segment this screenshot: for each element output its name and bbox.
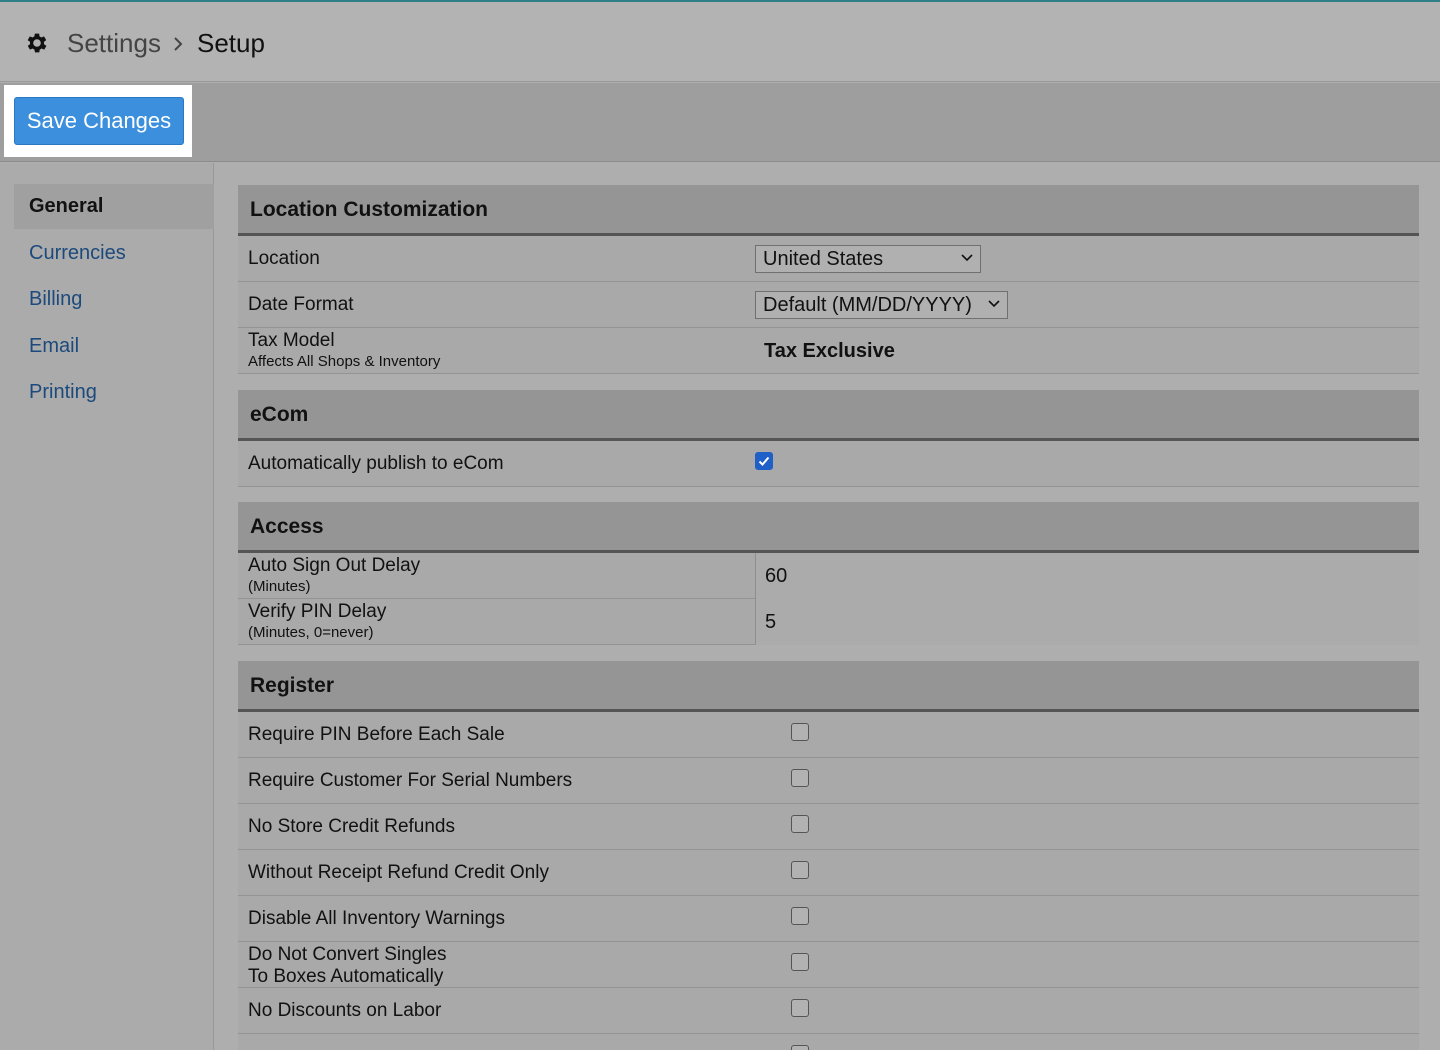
row-tax-model: Tax Model Affects All Shops & Inventory … — [238, 328, 1419, 374]
location-select-value: United States — [763, 248, 884, 270]
without-receipt-label: Without Receipt Refund Credit Only — [248, 862, 549, 883]
auto-sign-out-input[interactable]: 60 — [755, 553, 1419, 599]
chevron-right-icon — [170, 28, 186, 58]
row-verify-pin: Verify PIN Delay (Minutes, 0=never) 5 — [238, 599, 1419, 645]
row-disable-inventory-warnings: Disable All Inventory Warnings — [238, 896, 1419, 942]
require-pin-checkbox[interactable] — [791, 723, 809, 741]
breadcrumb-current: Setup — [197, 28, 265, 58]
require-customer-serial-label: Require Customer For Serial Numbers — [248, 770, 573, 791]
auto-sign-out-sub: (Minutes) — [248, 578, 311, 595]
sidebar-item-printing[interactable]: Printing — [14, 370, 214, 415]
row-auto-sign-out: Auto Sign Out Delay (Minutes) 60 — [238, 553, 1419, 599]
tax-model-label: Tax Model Affects All Shops & Inventory — [248, 330, 440, 372]
section-header-location: Location Customization — [238, 185, 1419, 236]
checkmark-icon — [758, 456, 770, 466]
require-pin-label: Require PIN Before Each Sale — [248, 724, 505, 745]
page-header: Settings Setup — [0, 2, 1440, 82]
chevron-down-icon — [961, 254, 973, 262]
gear-icon — [24, 30, 50, 56]
row-date-format: Date Format Default (MM/DD/YYYY) — [238, 282, 1419, 328]
row-require-customer-serial: Require Customer For Serial Numbers — [238, 758, 1419, 804]
date-format-label: Date Format — [248, 294, 354, 315]
verify-pin-label: Verify PIN Delay (Minutes, 0=never) — [248, 601, 386, 643]
chevron-down-icon — [988, 300, 1000, 308]
row-location: Location United States — [238, 236, 1419, 282]
location-label: Location — [248, 248, 320, 269]
sidebar-item-general[interactable]: General — [14, 184, 214, 229]
row-convert-singles: Do Not Convert Singles To Boxes Automati… — [238, 942, 1419, 988]
row-require-pin: Require PIN Before Each Sale — [238, 712, 1419, 758]
tax-model-value: Tax Exclusive — [764, 340, 895, 362]
without-receipt-checkbox[interactable] — [791, 861, 809, 879]
tax-model-title: Tax Model — [248, 330, 335, 351]
no-store-credit-label: No Store Credit Refunds — [248, 816, 455, 837]
no-discounts-labor-checkbox[interactable] — [791, 999, 809, 1017]
convert-singles-checkbox[interactable] — [791, 953, 809, 971]
convert-singles-line1: Do Not Convert Singles — [248, 944, 447, 965]
sidebar-item-currencies[interactable]: Currencies — [14, 231, 214, 276]
verify-pin-title: Verify PIN Delay — [248, 601, 387, 622]
sidebar-item-billing[interactable]: Billing — [14, 277, 214, 322]
section-header-register: Register — [238, 661, 1419, 712]
row-publish-ecom: Automatically publish to eCom — [238, 441, 1419, 487]
toolbar — [0, 83, 1440, 162]
row-without-receipt: Without Receipt Refund Credit Only — [238, 850, 1419, 896]
publish-ecom-label: Automatically publish to eCom — [248, 453, 504, 474]
sidebar: General Currencies Billing Email Printin… — [0, 163, 214, 1050]
disable-inventory-warnings-checkbox[interactable] — [791, 907, 809, 925]
publish-ecom-checkbox[interactable] — [755, 452, 773, 470]
tax-model-sub: Affects All Shops & Inventory — [248, 353, 441, 370]
require-customer-serial-checkbox[interactable] — [791, 769, 809, 787]
section-header-ecom: eCom — [238, 390, 1419, 441]
convert-singles-label: Do Not Convert Singles To Boxes Automati… — [248, 944, 447, 988]
row-no-store-credit: No Store Credit Refunds — [238, 804, 1419, 850]
disable-inventory-warnings-label: Disable All Inventory Warnings — [248, 908, 505, 929]
row-partial-hidden — [238, 1034, 1419, 1050]
partial-row-checkbox[interactable] — [791, 1045, 809, 1050]
auto-sign-out-title: Auto Sign Out Delay — [248, 555, 421, 576]
no-discounts-labor-label: No Discounts on Labor — [248, 1000, 442, 1021]
breadcrumb-settings[interactable]: Settings — [67, 26, 161, 60]
no-store-credit-checkbox[interactable] — [791, 815, 809, 833]
sidebar-item-email[interactable]: Email — [14, 324, 214, 369]
verify-pin-input[interactable]: 5 — [755, 599, 1419, 645]
row-no-discounts-labor: No Discounts on Labor — [238, 988, 1419, 1034]
date-format-select-value: Default (MM/DD/YYYY) — [763, 294, 972, 316]
verify-pin-sub: (Minutes, 0=never) — [248, 624, 374, 641]
section-header-access: Access — [238, 502, 1419, 553]
date-format-select[interactable]: Default (MM/DD/YYYY) — [755, 291, 1008, 319]
auto-sign-out-label: Auto Sign Out Delay (Minutes) — [248, 555, 420, 597]
location-select[interactable]: United States — [755, 245, 981, 273]
convert-singles-line2: To Boxes Automatically — [248, 966, 444, 987]
save-button[interactable]: Save Changes — [14, 97, 184, 145]
